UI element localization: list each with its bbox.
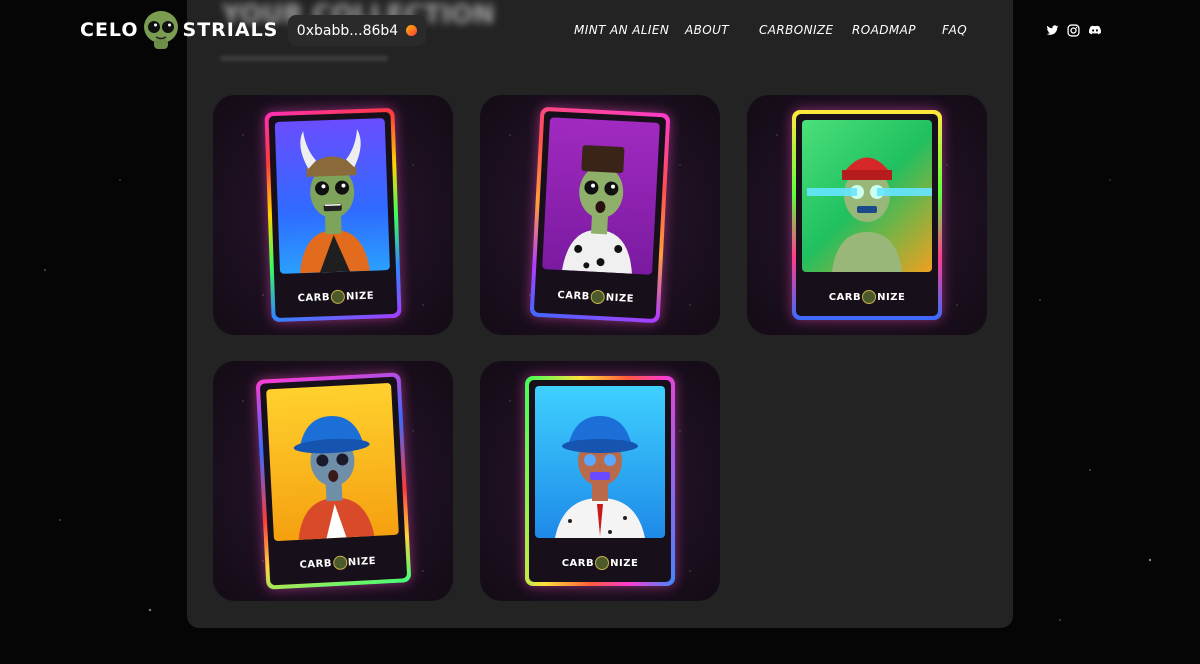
alien-coin-icon	[332, 555, 348, 571]
nft-card[interactable]: CARB NIZE	[255, 372, 412, 590]
nft-card-inner: CARB NIZE	[529, 380, 671, 582]
nft-tile[interactable]: CARB NIZE	[213, 95, 453, 335]
nft-card-inner: CARB NIZE	[259, 376, 408, 586]
alien-coin-icon	[862, 290, 877, 304]
carbonize-label-right: NIZE	[345, 290, 375, 303]
carbonize-label[interactable]: CARB NIZE	[534, 287, 657, 307]
carbonize-label-left: CARB	[561, 557, 595, 569]
carbonize-label-right: NIZE	[610, 557, 639, 569]
alien-coin-icon	[330, 289, 346, 305]
nft-card[interactable]: CARB NIZE	[264, 107, 402, 323]
nft-tile[interactable]: CARB NIZE	[213, 361, 453, 601]
alien-flattop-illustration	[562, 145, 632, 274]
nft-tile[interactable]: CARB NIZE	[747, 95, 987, 335]
nav-roadmap[interactable]: ROADMAP	[852, 23, 916, 37]
carbonize-label-left: CARB	[557, 289, 591, 303]
alien-head-icon	[143, 11, 178, 49]
carbonize-label-left: CARB	[297, 291, 331, 304]
alien-portrait	[802, 120, 932, 272]
wallet-address: 0xbabb...86b4	[296, 22, 399, 39]
nav-carbonize[interactable]: CARBONIZE	[759, 23, 834, 37]
alien-portrait	[266, 382, 399, 542]
nft-tile[interactable]: CARB NIZE	[480, 95, 720, 335]
carbonize-label-right: NIZE	[605, 291, 635, 305]
alien-bucket-hat-illustration	[293, 416, 375, 540]
nav-faq[interactable]: FAQ	[942, 23, 967, 37]
logo-text-right: STRIALS	[182, 19, 279, 41]
nft-card-inner: CARB NIZE	[268, 111, 398, 319]
alien-portrait	[274, 118, 390, 274]
carbonize-label[interactable]: CARB NIZE	[796, 290, 938, 304]
alien-coin-icon	[590, 289, 606, 305]
nft-tile[interactable]: CARB NIZE	[480, 361, 720, 601]
carbonize-label-left: CARB	[299, 557, 333, 571]
carbonize-label-right: NIZE	[347, 555, 377, 568]
social-links	[1046, 24, 1102, 37]
twitter-icon[interactable]	[1046, 24, 1059, 37]
carbonize-label[interactable]: CARB NIZE	[275, 288, 397, 306]
wallet-button[interactable]: 0xbabb...86b4	[288, 15, 426, 46]
discord-icon[interactable]	[1088, 24, 1102, 37]
alien-viking-illustration	[300, 129, 370, 274]
nav-mint-an-alien[interactable]: MINT AN ALIEN	[574, 23, 669, 37]
site-logo[interactable]: CELO STRIALS	[80, 10, 278, 50]
alien-brown-bucket-hat-illustration	[555, 416, 645, 538]
alien-portrait	[542, 117, 660, 275]
instagram-icon[interactable]	[1067, 24, 1080, 37]
carbonize-label-left: CARB	[828, 291, 862, 303]
carbonize-label[interactable]: CARB NIZE	[529, 556, 671, 570]
nft-card[interactable]: CARB NIZE	[525, 376, 675, 586]
alien-portrait	[535, 386, 665, 538]
nft-card[interactable]: CARB NIZE	[529, 106, 671, 324]
nav-about[interactable]: ABOUT	[685, 23, 729, 37]
nft-card-inner: CARB NIZE	[533, 110, 667, 320]
alien-coin-icon	[595, 556, 610, 570]
carbonize-label-right: NIZE	[877, 291, 906, 303]
nft-card-inner: CARB NIZE	[796, 114, 938, 316]
site-header: CELO STRIALS 0xbabb...86b4 MINT AN ALIEN…	[0, 0, 1200, 62]
wallet-avatar-icon	[406, 25, 418, 36]
carbonize-label[interactable]: CARB NIZE	[269, 552, 407, 573]
logo-text-left: CELO	[80, 19, 139, 41]
nft-card[interactable]: CARB NIZE	[792, 110, 942, 320]
alien-beanie-illustration	[807, 157, 932, 272]
